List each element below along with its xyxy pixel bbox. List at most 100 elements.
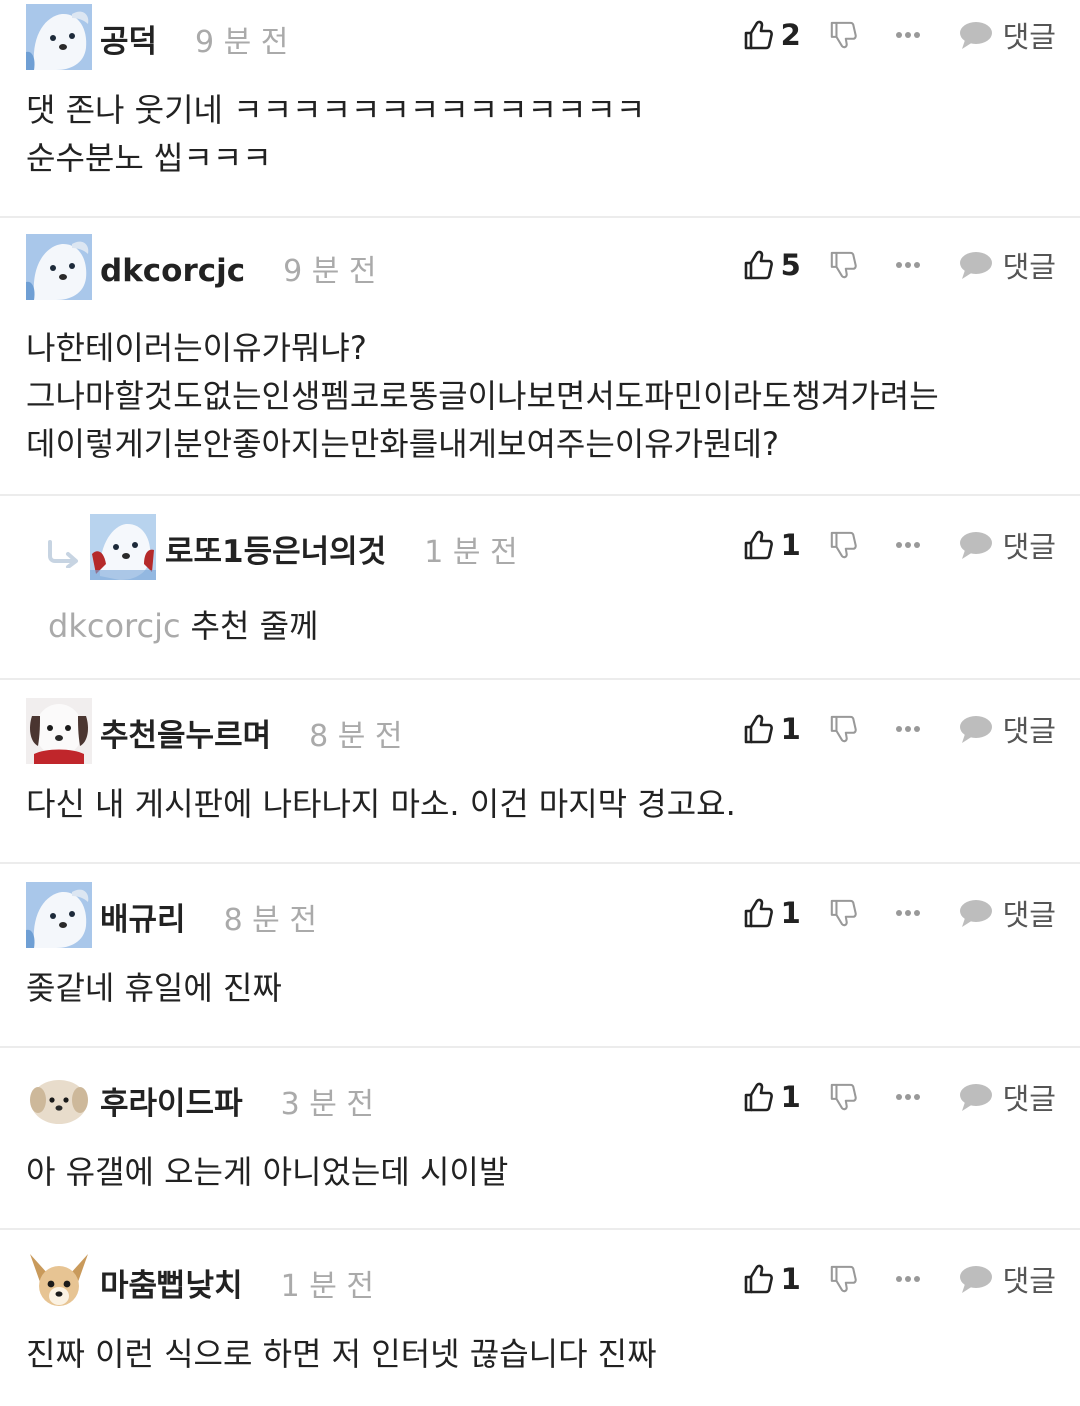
like-count: 1 [780,528,801,562]
puppy-red-collar-avatar-icon [26,698,92,764]
thumbs-up-icon [744,714,773,744]
reply-arrow-icon [46,540,82,568]
reply-button[interactable]: 댓글 [959,892,1056,934]
comment-text: 좆같네 휴일에 진짜 [26,969,282,1007]
white-dog-avatar-icon [26,4,92,70]
more-dots-icon [895,726,920,732]
avatar[interactable] [26,4,92,70]
like-button[interactable]: 1 [743,528,803,562]
speech-bubble-icon [959,1266,992,1293]
avatar[interactable] [26,698,92,764]
mention-username[interactable]: dkcorcjc [48,607,181,645]
like-button[interactable]: 1 [743,1262,803,1296]
dislike-button[interactable] [829,714,863,744]
comment-text: 다신 내 게시판에 나타나지 마소. 이건 마지막 경고요. [26,785,736,823]
thumbs-up-icon [744,898,773,928]
author-name[interactable]: dkcorcjc [100,253,245,289]
more-options-button[interactable] [895,1093,929,1101]
author-name[interactable]: 마춤뻡낮치 [100,1260,243,1305]
like-button[interactable]: 1 [743,896,803,930]
like-button[interactable]: 1 [743,1080,803,1114]
reply-label: 댓글 [1002,1264,1056,1298]
comment-time: 9 분 전 [283,254,377,289]
dislike-button[interactable] [829,898,863,928]
like-button[interactable]: 5 [743,248,803,282]
reply-button[interactable]: 댓글 [959,708,1056,750]
more-dots-icon [895,910,920,916]
comment-time: 8 분 전 [309,719,403,754]
thumbs-down-icon [830,899,857,927]
avatar[interactable] [26,882,92,948]
comment-time: 1 분 전 [280,1269,374,1304]
author-name[interactable]: 로또1등은너의것 [165,526,386,571]
dislike-button[interactable] [829,20,863,50]
reply-button[interactable]: 댓글 [959,244,1056,286]
thumbs-down-icon [830,715,857,743]
comment-text: 나한테이러는이유가뭐냐? [26,329,367,367]
more-options-button[interactable] [895,725,929,733]
reply-label: 댓글 [1002,530,1056,564]
avatar[interactable] [26,1066,92,1132]
more-options-button[interactable] [895,909,929,917]
reply-label: 댓글 [1002,1082,1056,1116]
dislike-button[interactable] [829,1082,863,1112]
comment-body: 아 유갤에 오는게 아니었는데 시이발 [26,1148,1054,1196]
thumbs-down-icon [830,21,857,49]
comment-body: 진짜 이런 식으로 하면 저 인터넷 끊습니다 진짜 [26,1330,1054,1378]
author-name[interactable]: 추천을누르며 [100,710,271,755]
thumbs-up-icon [744,530,773,560]
dislike-button[interactable] [829,1264,863,1294]
more-dots-icon [895,32,920,38]
speech-bubble-icon [959,532,992,559]
thumbs-up-icon [744,20,773,50]
comment-body: 나한테이러는이유가뭐냐? 그나마할것도없는인생펨코로똥글이나보면서도파민이라도챙… [26,324,1054,468]
comment: 마춤뻡낮치 1 분 전 1 댓글 진짜 이런 식으로 하면 저 인터넷 끊습니다… [0,1230,1080,1406]
avatar[interactable] [26,234,92,300]
comment-text: 댓 존나 웃기네 ㅋㅋㅋㅋㅋㅋㅋㅋㅋㅋㅋㅋㅋㅋ [26,91,646,129]
more-options-button[interactable] [895,261,929,269]
reply-label: 댓글 [1002,20,1056,54]
author-name[interactable]: 후라이드파 [100,1078,243,1123]
chihuahua-avatar-icon [26,1248,92,1314]
author-name[interactable]: 배규리 [100,894,186,939]
like-button[interactable]: 2 [743,18,803,52]
thumbs-up-icon [744,1082,773,1112]
comment-time: 1 분 전 [424,535,518,570]
dislike-button[interactable] [829,530,863,560]
comment-body: 다신 내 게시판에 나타나지 마소. 이건 마지막 경고요. [26,780,1054,828]
reply-label: 댓글 [1002,898,1056,932]
reply-button[interactable]: 댓글 [959,14,1056,56]
thumbs-down-icon [830,1083,857,1111]
reply-button[interactable]: 댓글 [959,1076,1056,1118]
dislike-button[interactable] [829,250,863,280]
like-count: 2 [780,18,801,52]
beige-puppy-avatar-icon [26,1066,92,1132]
like-button[interactable]: 1 [743,712,803,746]
reply-button[interactable]: 댓글 [959,1258,1056,1300]
thumbs-up-icon [744,250,773,280]
like-count: 1 [780,896,801,930]
speech-bubble-icon [959,900,992,927]
avatar[interactable] [26,1248,92,1314]
like-count: 1 [780,1262,801,1296]
avatar[interactable] [90,514,156,580]
comment-time: 9 분 전 [195,25,289,60]
more-options-button[interactable] [895,31,929,39]
speech-bubble-icon [959,1084,992,1111]
comment: 배규리 8 분 전 1 댓글 좆같네 휴일에 진짜 [0,864,1080,1048]
reply-label: 댓글 [1002,250,1056,284]
reply-button[interactable]: 댓글 [959,524,1056,566]
reply-comment: 로또1등은너의것 1 분 전 1 댓글 dkcorcjc 추천 줄께 [0,496,1080,680]
thumbs-down-icon [830,1265,857,1293]
more-options-button[interactable] [895,1275,929,1283]
more-options-button[interactable] [895,541,929,549]
comment-text: 추천 줄께 [190,607,319,645]
comment-time: 3 분 전 [280,1087,374,1122]
comment-time: 8 분 전 [223,903,317,938]
more-dots-icon [895,542,920,548]
comment: 공덕 9 분 전 2 댓글 댓 존나 웃기네 ㅋㅋㅋㅋㅋㅋㅋㅋㅋㅋㅋㅋㅋㅋ 순수… [0,0,1080,218]
author-name[interactable]: 공덕 [100,16,157,61]
reply-label: 댓글 [1002,714,1056,748]
comment-text: 순수분노 씹ㅋㅋㅋ [26,139,272,177]
speech-bubble-icon [959,716,992,743]
